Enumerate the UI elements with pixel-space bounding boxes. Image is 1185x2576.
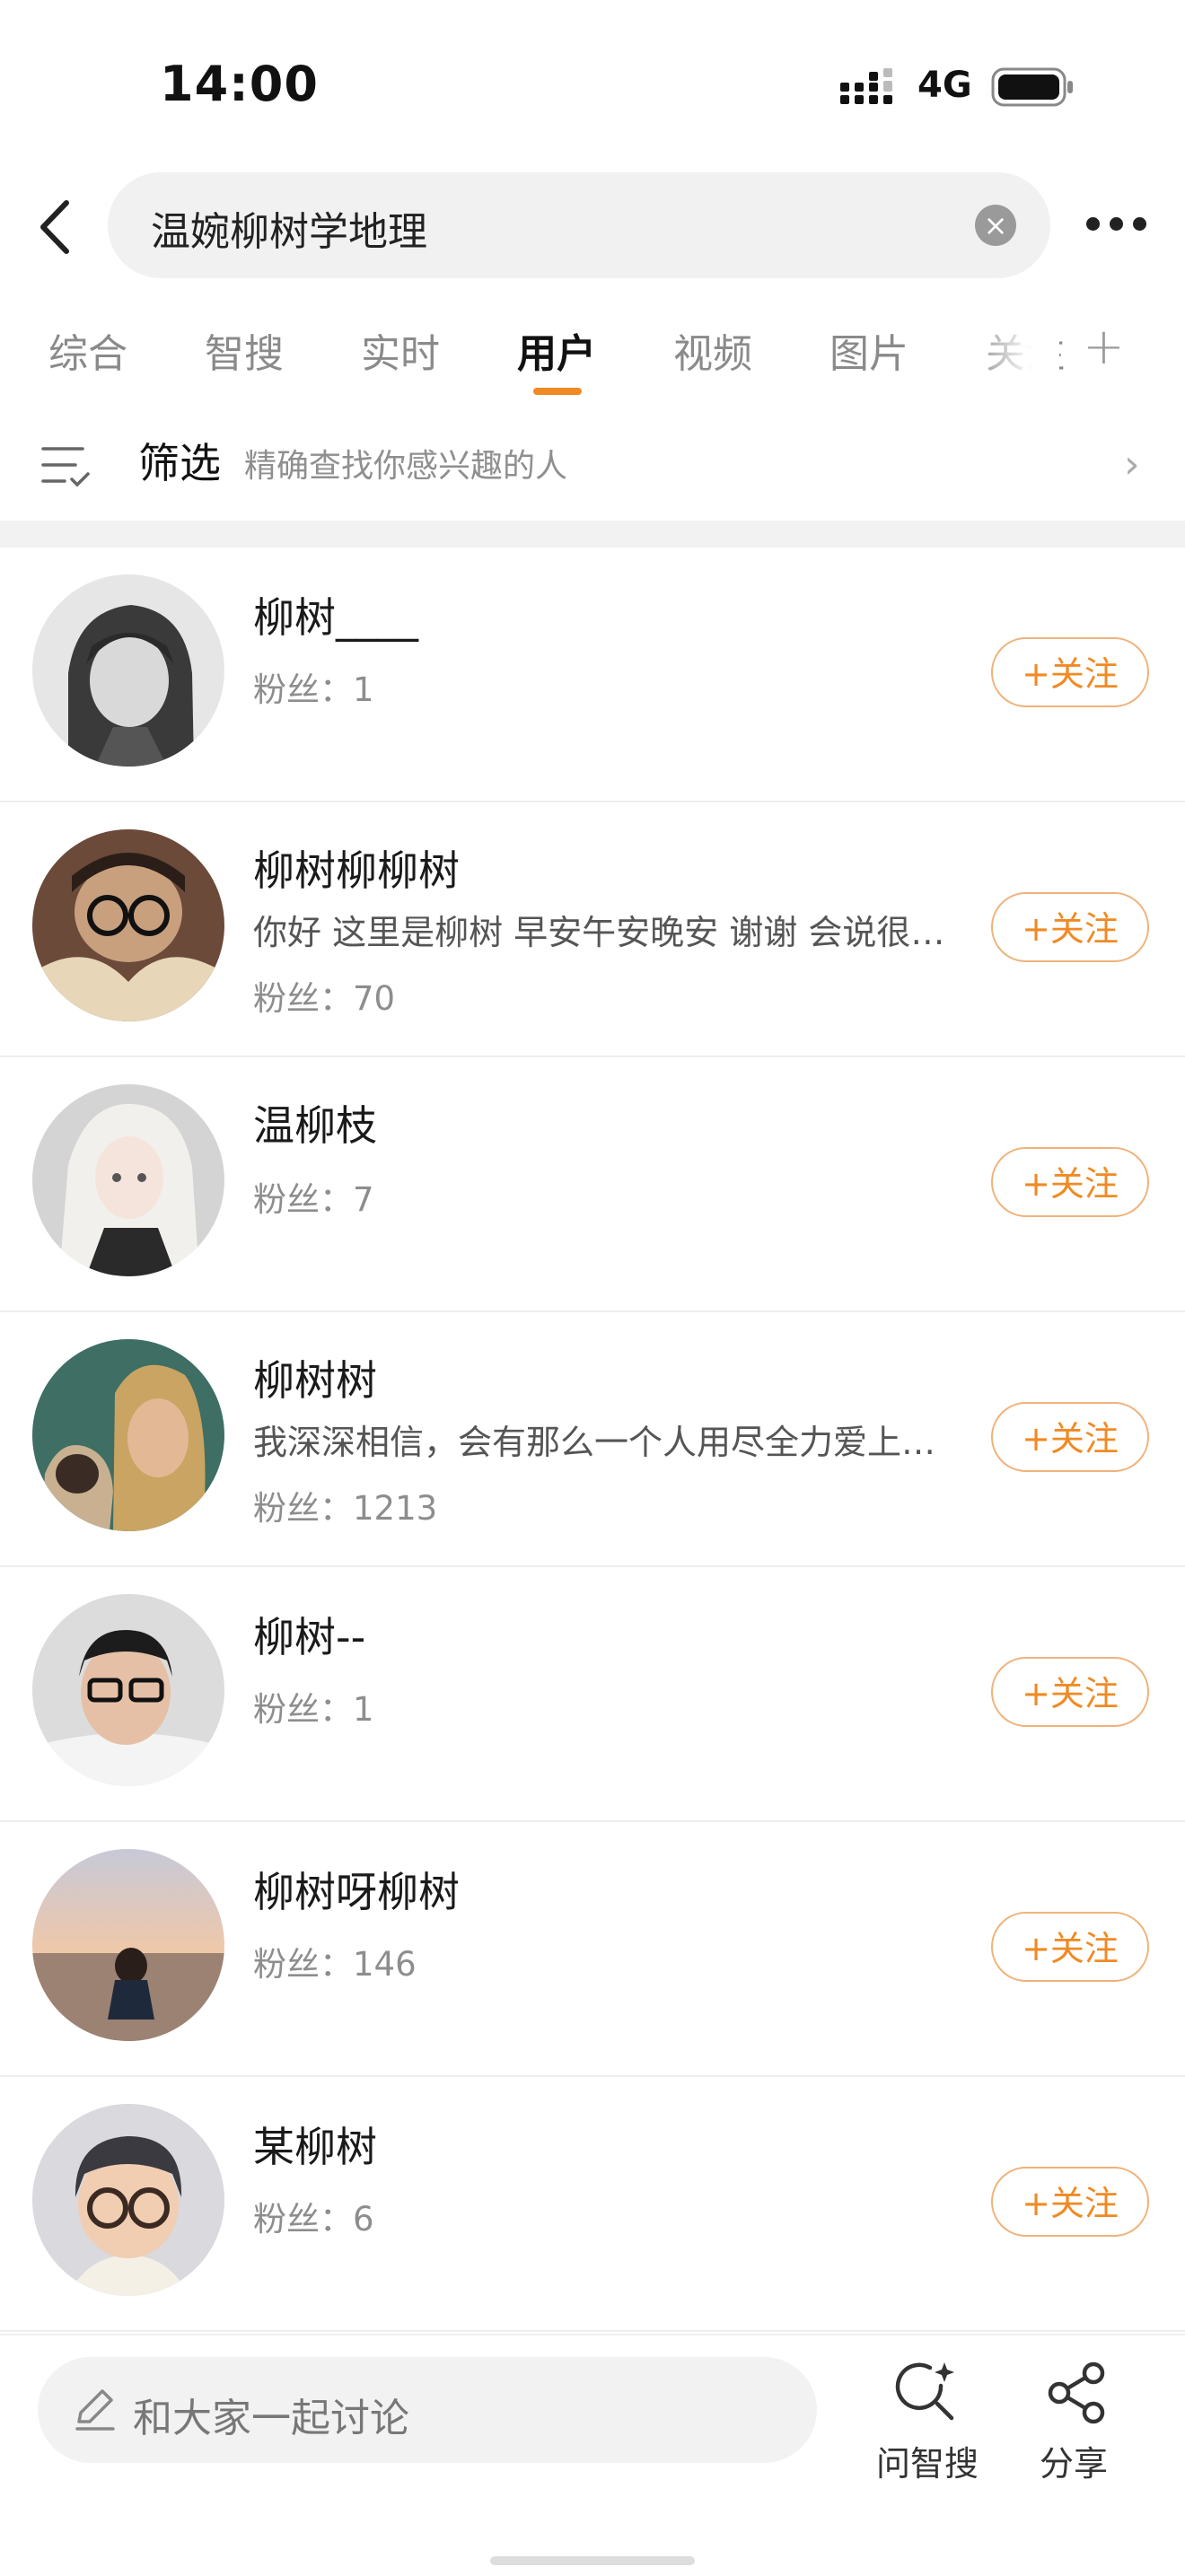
user-bio: 我深深相信，会有那么一个人用尽全力爱上… xyxy=(253,1423,936,1462)
user-name[interactable]: 柳树柳柳树 xyxy=(253,838,460,898)
comment-placeholder: 和大家一起讨论 xyxy=(133,2396,409,2441)
user-fans: 粉丝：1213 xyxy=(253,1489,438,1528)
share-icon xyxy=(1048,2361,1105,2424)
user-row[interactable]: 柳树-- 粉丝：1 +关注 xyxy=(0,1567,1185,1822)
avatar[interactable] xyxy=(32,829,224,1021)
user-fans: 粉丝：70 xyxy=(253,979,396,1018)
avatar[interactable] xyxy=(32,1594,224,1786)
user-row[interactable]: 柳树____ 粉丝：1 +关注 xyxy=(0,548,1185,802)
follow-button[interactable]: +关注 xyxy=(991,1657,1149,1727)
user-name[interactable]: 柳树呀柳树 xyxy=(253,1860,460,1919)
pencil-icon xyxy=(75,2389,115,2431)
ask-smart-search-button[interactable]: 问智搜 xyxy=(871,2353,988,2488)
filter-label: 筛选 xyxy=(138,439,221,487)
user-fans: 粉丝：146 xyxy=(253,1945,417,1984)
user-row[interactable]: 某柳树 粉丝：6 +关注 xyxy=(0,2077,1185,2332)
tab-fade xyxy=(970,314,1059,386)
user-name[interactable]: 温柳枝 xyxy=(253,1093,377,1152)
user-row[interactable]: 温柳枝 粉丝：7 +关注 xyxy=(0,1057,1185,1312)
follow-button[interactable]: +关注 xyxy=(991,1402,1149,1472)
share-label: 分享 xyxy=(1040,2444,1109,2484)
user-row[interactable]: 柳树呀柳树 粉丝：146 +关注 xyxy=(0,1822,1185,2077)
user-fans: 粉丝：1 xyxy=(253,670,374,709)
avatar[interactable] xyxy=(32,1084,224,1276)
avatar[interactable] xyxy=(32,1849,224,2041)
chevron-right-icon: › xyxy=(1124,442,1140,487)
follow-button[interactable]: +关注 xyxy=(991,1147,1149,1217)
user-fans: 粉丝：7 xyxy=(253,1180,374,1219)
comment-input[interactable]: 和大家一起讨论 xyxy=(38,2357,817,2463)
tab-comprehensive[interactable]: 综合 xyxy=(48,321,127,379)
share-button[interactable]: 分享 xyxy=(1023,2353,1131,2488)
user-fans: 粉丝：1 xyxy=(253,1690,374,1729)
back-button[interactable] xyxy=(25,196,88,258)
add-tab-icon[interactable]: + xyxy=(1083,318,1125,376)
tab-videos[interactable]: 视频 xyxy=(673,321,752,379)
user-fans: 粉丝：6 xyxy=(253,2200,374,2239)
close-icon[interactable]: × xyxy=(975,205,1016,246)
user-bio: 你好 这里是柳树 早安午安晚安 谢谢 会说很… xyxy=(253,913,945,952)
follow-button[interactable]: +关注 xyxy=(991,1912,1149,1982)
search-input[interactable]: 温婉柳树学地理 × xyxy=(108,172,1050,278)
user-name[interactable]: 柳树树 xyxy=(253,1348,377,1407)
follow-button[interactable]: +关注 xyxy=(991,2167,1149,2237)
network-type: 4G xyxy=(917,65,972,106)
battery-icon xyxy=(991,67,1073,107)
active-tab-indicator xyxy=(533,388,582,395)
filter-icon xyxy=(41,447,90,487)
user-name[interactable]: 柳树____ xyxy=(253,585,418,644)
bottom-bar: 和大家一起讨论 问智搜 分享 xyxy=(0,2334,1185,2576)
tab-realtime[interactable]: 实时 xyxy=(361,321,440,379)
tab-smart-search[interactable]: 智搜 xyxy=(205,321,284,379)
user-row[interactable]: 柳树树 我深深相信，会有那么一个人用尽全力爱上… 粉丝：1213 +关注 xyxy=(0,1312,1185,1567)
tab-images[interactable]: 图片 xyxy=(830,321,908,379)
avatar[interactable] xyxy=(32,2104,224,2296)
filter-description: 精确查找你感兴趣的人 xyxy=(244,448,568,485)
more-icon[interactable] xyxy=(1077,203,1158,248)
filter-row[interactable]: 筛选 精确查找你感兴趣的人 › xyxy=(0,422,1185,521)
user-name[interactable]: 某柳树 xyxy=(253,2115,377,2174)
user-name[interactable]: 柳树-- xyxy=(253,1605,365,1664)
follow-button[interactable]: +关注 xyxy=(991,892,1149,962)
follow-button[interactable]: +关注 xyxy=(991,637,1149,707)
section-divider xyxy=(0,521,1185,548)
home-indicator xyxy=(490,2556,695,2565)
avatar[interactable] xyxy=(32,1339,224,1531)
smart-search-icon xyxy=(895,2362,954,2421)
avatar[interactable] xyxy=(32,574,224,767)
signal-icon xyxy=(840,68,892,104)
user-row[interactable]: 柳树柳柳树 你好 这里是柳树 早安午安晚安 谢谢 会说很… 粉丝：70 +关注 xyxy=(0,802,1185,1057)
ask-label: 问智搜 xyxy=(876,2444,979,2484)
search-query: 温婉柳树学地理 xyxy=(151,209,427,255)
status-time: 14:00 xyxy=(160,56,319,112)
tab-users[interactable]: 用户 xyxy=(517,321,596,379)
